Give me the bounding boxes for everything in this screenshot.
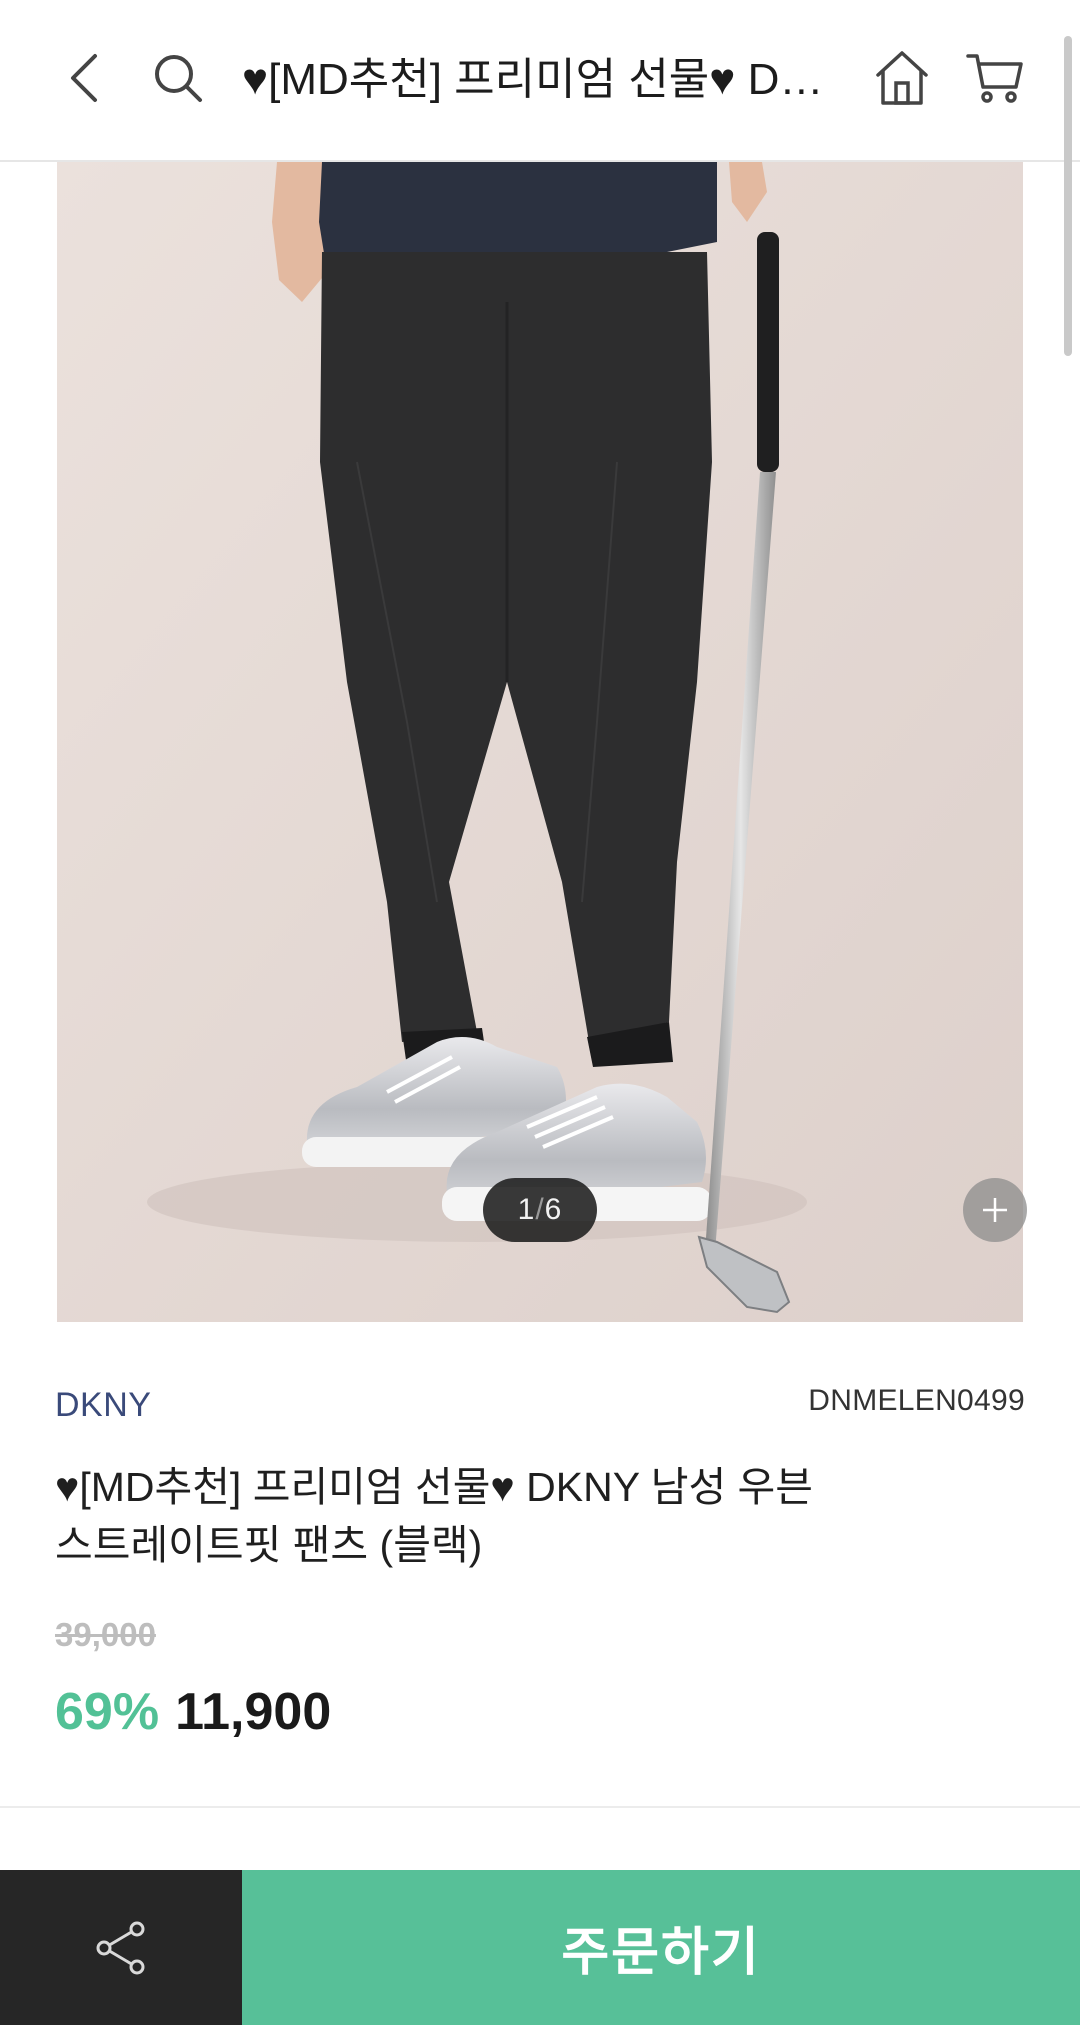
image-counter-total: 6	[544, 1193, 563, 1226]
search-button[interactable]	[138, 38, 218, 118]
cart-button[interactable]	[955, 38, 1035, 118]
product-code: DNMELEN0499	[808, 1384, 1025, 1417]
scrollbar[interactable]	[1064, 36, 1072, 356]
bottom-action-bar: 주문하기	[0, 1870, 1080, 2025]
share-button[interactable]	[0, 1870, 242, 2025]
discount-rate: 69%	[55, 1683, 160, 1741]
product-image[interactable]	[57, 162, 1023, 1322]
home-button[interactable]	[862, 38, 942, 118]
product-name-line-1: ♥[MD추천] 프리미엄 선물♥ DKNY 남성 우븐	[55, 1464, 813, 1510]
cart-icon	[966, 54, 1023, 103]
top-nav-bar: ♥[MD추천] 프리미엄 선물♥ DKNY 남성 우븐 스트레이트핏 팬츠 (블…	[0, 0, 1080, 162]
section-divider	[0, 1806, 1080, 1808]
plus-icon	[983, 1198, 1007, 1222]
chevron-left-icon	[71, 54, 97, 102]
price-row: 69% 11,900	[55, 1682, 331, 1742]
image-counter-current: 1	[517, 1193, 536, 1226]
share-icon	[96, 1921, 145, 1974]
home-icon	[876, 51, 928, 105]
brand-name[interactable]: DKNY	[55, 1386, 151, 1425]
sale-price: 11,900	[175, 1683, 332, 1741]
original-price: 39,000	[55, 1616, 156, 1653]
zoom-button[interactable]	[963, 1178, 1027, 1242]
order-button[interactable]: 주문하기	[242, 1870, 1080, 2025]
image-counter: 1/6	[483, 1178, 597, 1242]
search-icon	[155, 55, 202, 102]
product-name: ♥[MD추천] 프리미엄 선물♥ DKNY 남성 우븐 스트레이트핏 팬츠 (블…	[55, 1458, 995, 1574]
image-counter-separator: /	[535, 1193, 545, 1226]
product-name-line-2: 스트레이트핏 팬츠 (블랙)	[55, 1522, 483, 1568]
page-title: ♥[MD추천] 프리미엄 선물♥ DKNY 남성 우븐 스트레이트핏 팬츠 (블…	[242, 55, 832, 104]
back-button[interactable]	[45, 38, 125, 118]
